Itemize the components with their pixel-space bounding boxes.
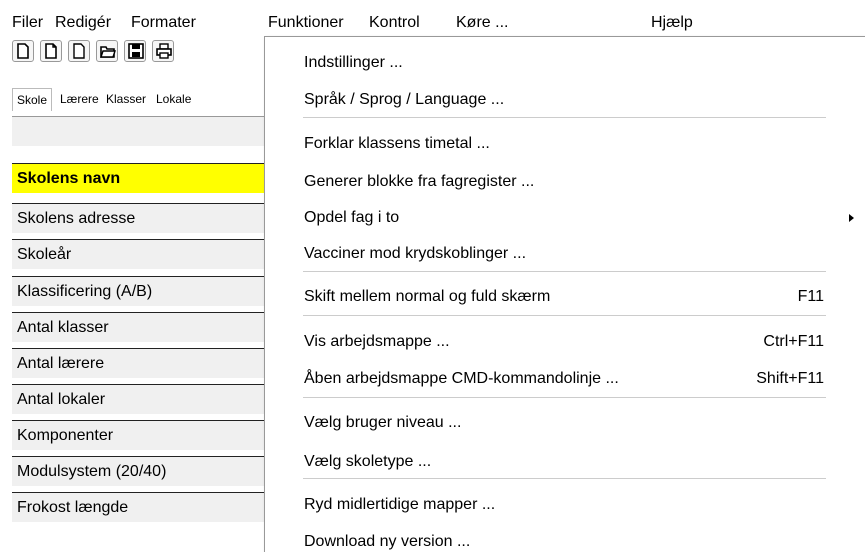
menu-bar: Filer Redigér Formater Funktioner Kontro… bbox=[0, 10, 865, 36]
grid-row-antal-lokaler[interactable]: Antal lokaler bbox=[12, 384, 264, 414]
grid-row-klassificering[interactable]: Klassificering (A/B) bbox=[12, 276, 264, 306]
menu-separator bbox=[303, 397, 826, 398]
new-doc-icon[interactable] bbox=[68, 40, 90, 62]
menu-item-vis-arbejdsmappe[interactable]: Vis arbejdsmappe ... bbox=[304, 333, 450, 351]
grid-header-row bbox=[12, 116, 264, 146]
menu-hjaelp[interactable]: Hjælp bbox=[651, 14, 693, 32]
menu-filer[interactable]: Filer bbox=[12, 14, 43, 32]
menu-item-indstillinger[interactable]: Indstillinger ... bbox=[304, 54, 403, 72]
grid-row-komponenter[interactable]: Komponenter bbox=[12, 420, 264, 450]
menu-item-vaelg-skoletype[interactable]: Vælg skoletype ... bbox=[304, 453, 431, 471]
new-doc-icon[interactable] bbox=[12, 40, 34, 62]
shortcut-ctrl-f11: Ctrl+F11 bbox=[763, 333, 824, 350]
menu-kontrol[interactable]: Kontrol bbox=[369, 14, 420, 32]
menu-item-vacciner[interactable]: Vacciner mod krydskoblinger ... bbox=[304, 245, 526, 263]
grid-row-modulsystem[interactable]: Modulsystem (20/40) bbox=[12, 456, 264, 486]
grid-row-skoleaar[interactable]: Skoleår bbox=[12, 239, 264, 269]
print-icon[interactable] bbox=[152, 40, 174, 62]
grid-row-skolens-navn[interactable]: Skolens navn bbox=[12, 163, 264, 193]
menu-separator bbox=[303, 315, 826, 316]
grid-row-antal-laerere[interactable]: Antal lærere bbox=[12, 348, 264, 378]
save-icon[interactable] bbox=[124, 40, 146, 62]
menu-item-aaben-cmd[interactable]: Åben arbejdsmappe CMD-kommandolinje ... bbox=[304, 370, 619, 388]
open-folder-icon[interactable] bbox=[96, 40, 118, 62]
funktioner-dropdown-menu: Indstillinger ... Språk / Sprog / Langua… bbox=[264, 36, 865, 552]
grid-row-skolens-adresse[interactable]: Skolens adresse bbox=[12, 203, 264, 233]
menu-separator bbox=[303, 271, 826, 272]
menu-item-ryd-mapper[interactable]: Ryd midlertidige mapper ... bbox=[304, 496, 495, 514]
new-doc-icon[interactable] bbox=[40, 40, 62, 62]
menu-item-fuld-skaerm[interactable]: Skift mellem normal og fuld skærm bbox=[304, 288, 550, 306]
menu-item-opdel-fag[interactable]: Opdel fag i to bbox=[304, 209, 399, 227]
menu-separator bbox=[303, 478, 826, 479]
shortcut-shift-f11: Shift+F11 bbox=[756, 370, 824, 387]
tab-laerere[interactable]: Lærere bbox=[56, 88, 103, 110]
tab-klasser[interactable]: Klasser bbox=[102, 88, 150, 110]
menu-kore[interactable]: Køre ... bbox=[456, 14, 508, 32]
menu-item-forklar-klassens-timetal[interactable]: Forklar klassens timetal ... bbox=[304, 135, 490, 153]
grid-row-antal-klasser[interactable]: Antal klasser bbox=[12, 312, 264, 342]
menu-item-sprog[interactable]: Språk / Sprog / Language ... bbox=[304, 91, 504, 109]
shortcut-f11: F11 bbox=[797, 288, 824, 305]
grid-row-frokost-laengde[interactable]: Frokost længde bbox=[12, 492, 264, 522]
menu-item-generer-blokke[interactable]: Generer blokke fra fagregister ... bbox=[304, 173, 534, 191]
tab-lokaler[interactable]: Lokale bbox=[152, 88, 195, 110]
menu-funktioner[interactable]: Funktioner bbox=[268, 14, 344, 32]
menu-item-download-ny-version[interactable]: Download ny version ... bbox=[304, 533, 470, 551]
menu-item-vaelg-bruger-niveau[interactable]: Vælg bruger niveau ... bbox=[304, 414, 461, 432]
submenu-arrow-icon bbox=[849, 214, 854, 222]
tab-skole[interactable]: Skole bbox=[12, 88, 53, 111]
menu-rediger[interactable]: Redigér bbox=[55, 14, 111, 32]
menu-formater[interactable]: Formater bbox=[131, 14, 196, 32]
menu-separator bbox=[303, 117, 826, 118]
